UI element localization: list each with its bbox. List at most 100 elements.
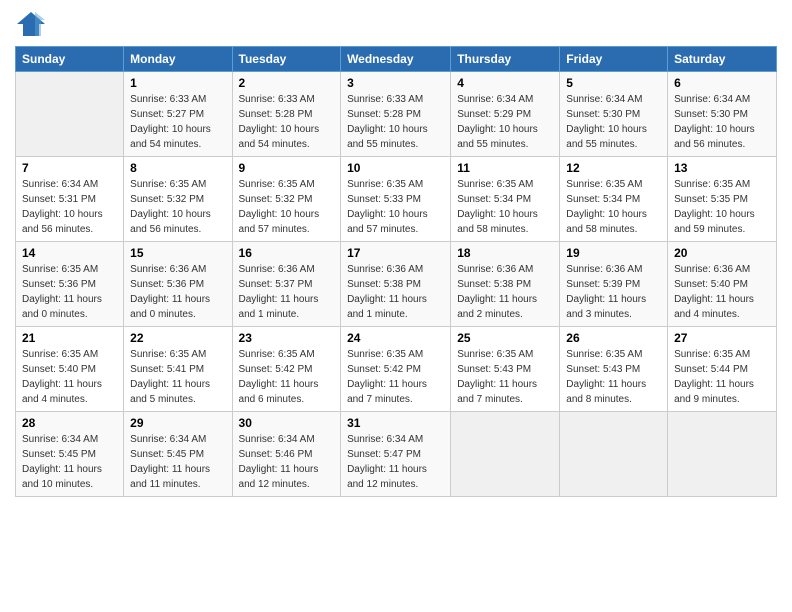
- day-number: 15: [130, 246, 225, 260]
- day-header-monday: Monday: [124, 47, 232, 72]
- week-row-3: 14 Sunrise: 6:35 AMSunset: 5:36 PMDayligh…: [16, 242, 777, 327]
- day-info: Sunrise: 6:34 AMSunset: 5:45 PMDaylight:…: [130, 432, 225, 492]
- day-number: 7: [22, 161, 117, 175]
- week-row-5: 28 Sunrise: 6:34 AMSunset: 5:45 PMDayligh…: [16, 412, 777, 497]
- header: [15, 10, 777, 38]
- calendar-cell: 14 Sunrise: 6:35 AMSunset: 5:36 PMDayligh…: [16, 242, 124, 327]
- calendar-cell: [560, 412, 668, 497]
- logo: [15, 10, 51, 38]
- calendar-cell: 9Sunrise: 6:35 AMSunset: 5:32 PMDaylight…: [232, 157, 341, 242]
- day-info: Sunrise: 6:34 AMSunset: 5:47 PMDaylight:…: [347, 432, 444, 492]
- day-header-thursday: Thursday: [451, 47, 560, 72]
- calendar-cell: 1 Sunrise: 6:33 AMSunset: 5:27 PMDaylight…: [124, 72, 232, 157]
- day-info: Sunrise: 6:35 AMSunset: 5:34 PMDaylight:…: [566, 177, 661, 237]
- calendar-cell: 26 Sunrise: 6:35 AMSunset: 5:43 PMDayligh…: [560, 327, 668, 412]
- day-number: 13: [674, 161, 770, 175]
- calendar-cell: 8 Sunrise: 6:35 AMSunset: 5:32 PMDaylight…: [124, 157, 232, 242]
- day-info: Sunrise: 6:35 AMSunset: 5:42 PMDaylight:…: [347, 347, 444, 407]
- day-number: 2: [239, 76, 335, 90]
- day-number: 11: [457, 161, 553, 175]
- day-info: Sunrise: 6:36 AMSunset: 5:38 PMDaylight:…: [457, 262, 553, 322]
- calendar-cell: 23 Sunrise: 6:35 AMSunset: 5:42 PMDayligh…: [232, 327, 341, 412]
- calendar-cell: 12 Sunrise: 6:35 AMSunset: 5:34 PMDayligh…: [560, 157, 668, 242]
- day-number: 31: [347, 416, 444, 430]
- calendar-cell: 5Sunrise: 6:34 AMSunset: 5:30 PMDaylight…: [560, 72, 668, 157]
- day-number: 14: [22, 246, 117, 260]
- logo-icon: [15, 10, 47, 38]
- day-number: 8: [130, 161, 225, 175]
- day-number: 19: [566, 246, 661, 260]
- day-info: Sunrise: 6:35 AMSunset: 5:43 PMDaylight:…: [566, 347, 661, 407]
- calendar-cell: 11 Sunrise: 6:35 AMSunset: 5:34 PMDayligh…: [451, 157, 560, 242]
- day-number: 21: [22, 331, 117, 345]
- day-number: 6: [674, 76, 770, 90]
- day-info: Sunrise: 6:34 AMSunset: 5:30 PMDaylight:…: [566, 92, 661, 152]
- calendar-cell: [16, 72, 124, 157]
- day-number: 12: [566, 161, 661, 175]
- day-number: 25: [457, 331, 553, 345]
- day-info: Sunrise: 6:35 AMSunset: 5:42 PMDaylight:…: [239, 347, 335, 407]
- calendar-cell: 4 Sunrise: 6:34 AMSunset: 5:29 PMDaylight…: [451, 72, 560, 157]
- calendar-cell: 28 Sunrise: 6:34 AMSunset: 5:45 PMDayligh…: [16, 412, 124, 497]
- day-number: 23: [239, 331, 335, 345]
- day-number: 26: [566, 331, 661, 345]
- day-number: 17: [347, 246, 444, 260]
- day-number: 24: [347, 331, 444, 345]
- day-header-saturday: Saturday: [668, 47, 777, 72]
- day-info: Sunrise: 6:34 AMSunset: 5:31 PMDaylight:…: [22, 177, 117, 237]
- page: SundayMondayTuesdayWednesdayThursdayFrid…: [0, 0, 792, 507]
- week-row-4: 21Sunrise: 6:35 AMSunset: 5:40 PMDayligh…: [16, 327, 777, 412]
- day-number: 27: [674, 331, 770, 345]
- day-info: Sunrise: 6:36 AMSunset: 5:39 PMDaylight:…: [566, 262, 661, 322]
- day-number: 29: [130, 416, 225, 430]
- day-info: Sunrise: 6:35 AMSunset: 5:36 PMDaylight:…: [22, 262, 117, 322]
- day-header-sunday: Sunday: [16, 47, 124, 72]
- day-info: Sunrise: 6:36 AMSunset: 5:37 PMDaylight:…: [239, 262, 335, 322]
- day-number: 16: [239, 246, 335, 260]
- calendar-cell: 7 Sunrise: 6:34 AMSunset: 5:31 PMDaylight…: [16, 157, 124, 242]
- calendar-cell: 2 Sunrise: 6:33 AMSunset: 5:28 PMDaylight…: [232, 72, 341, 157]
- calendar-cell: 24 Sunrise: 6:35 AMSunset: 5:42 PMDayligh…: [341, 327, 451, 412]
- calendar-cell: 31 Sunrise: 6:34 AMSunset: 5:47 PMDayligh…: [341, 412, 451, 497]
- day-info: Sunrise: 6:35 AMSunset: 5:35 PMDaylight:…: [674, 177, 770, 237]
- day-number: 20: [674, 246, 770, 260]
- calendar-cell: 19 Sunrise: 6:36 AMSunset: 5:39 PMDayligh…: [560, 242, 668, 327]
- day-info: Sunrise: 6:35 AMSunset: 5:32 PMDaylight:…: [130, 177, 225, 237]
- calendar-cell: 22Sunrise: 6:35 AMSunset: 5:41 PMDayligh…: [124, 327, 232, 412]
- day-number: 22: [130, 331, 225, 345]
- day-info: Sunrise: 6:36 AMSunset: 5:38 PMDaylight:…: [347, 262, 444, 322]
- day-info: Sunrise: 6:33 AMSunset: 5:27 PMDaylight:…: [130, 92, 225, 152]
- day-info: Sunrise: 6:35 AMSunset: 5:33 PMDaylight:…: [347, 177, 444, 237]
- day-header-wednesday: Wednesday: [341, 47, 451, 72]
- calendar-cell: 15 Sunrise: 6:36 AMSunset: 5:36 PMDayligh…: [124, 242, 232, 327]
- day-header-tuesday: Tuesday: [232, 47, 341, 72]
- week-row-1: 1 Sunrise: 6:33 AMSunset: 5:27 PMDaylight…: [16, 72, 777, 157]
- day-number: 10: [347, 161, 444, 175]
- day-info: Sunrise: 6:34 AMSunset: 5:46 PMDaylight:…: [239, 432, 335, 492]
- week-row-2: 7 Sunrise: 6:34 AMSunset: 5:31 PMDaylight…: [16, 157, 777, 242]
- day-info: Sunrise: 6:33 AMSunset: 5:28 PMDaylight:…: [239, 92, 335, 152]
- day-header-friday: Friday: [560, 47, 668, 72]
- day-info: Sunrise: 6:34 AMSunset: 5:45 PMDaylight:…: [22, 432, 117, 492]
- calendar-cell: 27 Sunrise: 6:35 AMSunset: 5:44 PMDayligh…: [668, 327, 777, 412]
- day-number: 30: [239, 416, 335, 430]
- day-number: 9: [239, 161, 335, 175]
- day-info: Sunrise: 6:36 AMSunset: 5:40 PMDaylight:…: [674, 262, 770, 322]
- day-info: Sunrise: 6:35 AMSunset: 5:43 PMDaylight:…: [457, 347, 553, 407]
- calendar-cell: 16 Sunrise: 6:36 AMSunset: 5:37 PMDayligh…: [232, 242, 341, 327]
- calendar-cell: 6Sunrise: 6:34 AMSunset: 5:30 PMDaylight…: [668, 72, 777, 157]
- header-row: SundayMondayTuesdayWednesdayThursdayFrid…: [16, 47, 777, 72]
- day-info: Sunrise: 6:36 AMSunset: 5:36 PMDaylight:…: [130, 262, 225, 322]
- day-number: 3: [347, 76, 444, 90]
- calendar-cell: [451, 412, 560, 497]
- day-number: 28: [22, 416, 117, 430]
- calendar-body: 1 Sunrise: 6:33 AMSunset: 5:27 PMDaylight…: [16, 72, 777, 497]
- day-number: 1: [130, 76, 225, 90]
- calendar-cell: 13 Sunrise: 6:35 AMSunset: 5:35 PMDayligh…: [668, 157, 777, 242]
- calendar-cell: 17 Sunrise: 6:36 AMSunset: 5:38 PMDayligh…: [341, 242, 451, 327]
- calendar-cell: 21Sunrise: 6:35 AMSunset: 5:40 PMDayligh…: [16, 327, 124, 412]
- day-number: 4: [457, 76, 553, 90]
- day-info: Sunrise: 6:34 AMSunset: 5:29 PMDaylight:…: [457, 92, 553, 152]
- day-info: Sunrise: 6:35 AMSunset: 5:44 PMDaylight:…: [674, 347, 770, 407]
- day-info: Sunrise: 6:35 AMSunset: 5:34 PMDaylight:…: [457, 177, 553, 237]
